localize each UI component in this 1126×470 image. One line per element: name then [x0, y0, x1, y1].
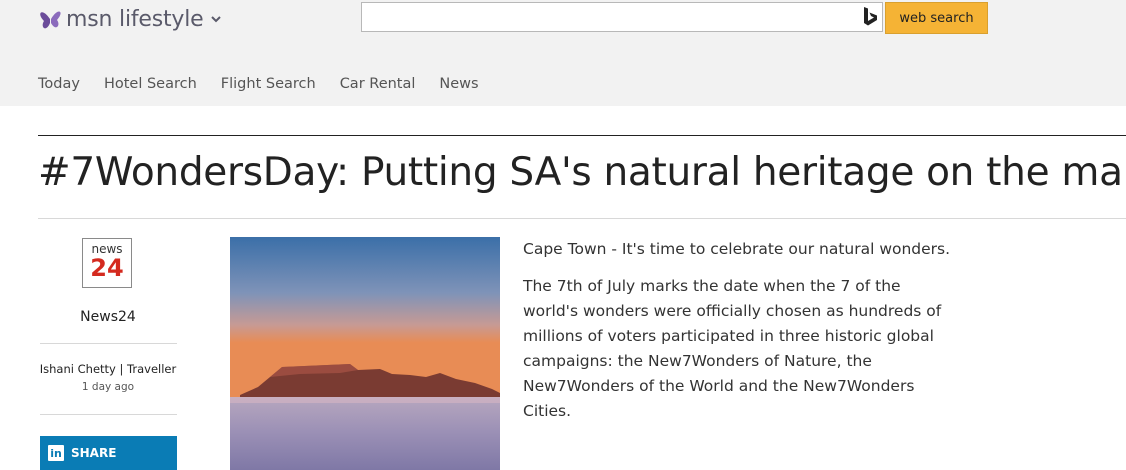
header-divider — [38, 135, 1126, 136]
share-label: SHARE — [71, 446, 117, 460]
article-title: #7WondersDay: Putting SA's natural herit… — [38, 150, 1126, 195]
top-nav: Today Hotel Search Flight Search Car Ren… — [38, 76, 503, 92]
top-header: msn lifestyle web search Today Hotel Sea… — [0, 0, 1126, 106]
linkedin-icon: in — [48, 445, 64, 461]
sidebar-divider — [40, 414, 177, 415]
article-paragraph: Cape Town - It's time to celebrate our n… — [523, 240, 951, 258]
butterfly-logo-icon — [40, 11, 61, 29]
msn-logo[interactable]: msn lifestyle — [38, 4, 222, 34]
article-hero-image[interactable] — [230, 237, 500, 470]
article-paragraph: The 7th of July marks the date when the … — [523, 277, 942, 420]
source-name[interactable]: News24 — [40, 309, 176, 325]
search-input[interactable] — [361, 2, 883, 32]
nav-item-car-rental[interactable]: Car Rental — [340, 76, 416, 92]
linkedin-share-button[interactable]: in SHARE — [40, 436, 177, 470]
web-search-button[interactable]: web search — [885, 2, 988, 34]
bing-icon — [864, 7, 877, 26]
title-divider — [38, 218, 1126, 219]
author-byline: Ishani Chetty | Traveller — [39, 362, 177, 376]
news24-logo-number: 24 — [90, 254, 124, 282]
nav-item-flight-search[interactable]: Flight Search — [221, 76, 316, 92]
nav-item-news[interactable]: News — [439, 76, 478, 92]
article-body: Cape Town - It's time to celebrate our n… — [523, 237, 953, 436]
chevron-down-icon[interactable] — [210, 14, 222, 24]
nav-item-today[interactable]: Today — [38, 76, 80, 92]
logo-text: msn lifestyle — [66, 6, 204, 32]
publish-time: 1 day ago — [81, 381, 135, 393]
sidebar-divider — [40, 343, 177, 344]
news24-logo[interactable]: news 24 — [82, 238, 132, 288]
nav-item-hotel-search[interactable]: Hotel Search — [104, 76, 197, 92]
